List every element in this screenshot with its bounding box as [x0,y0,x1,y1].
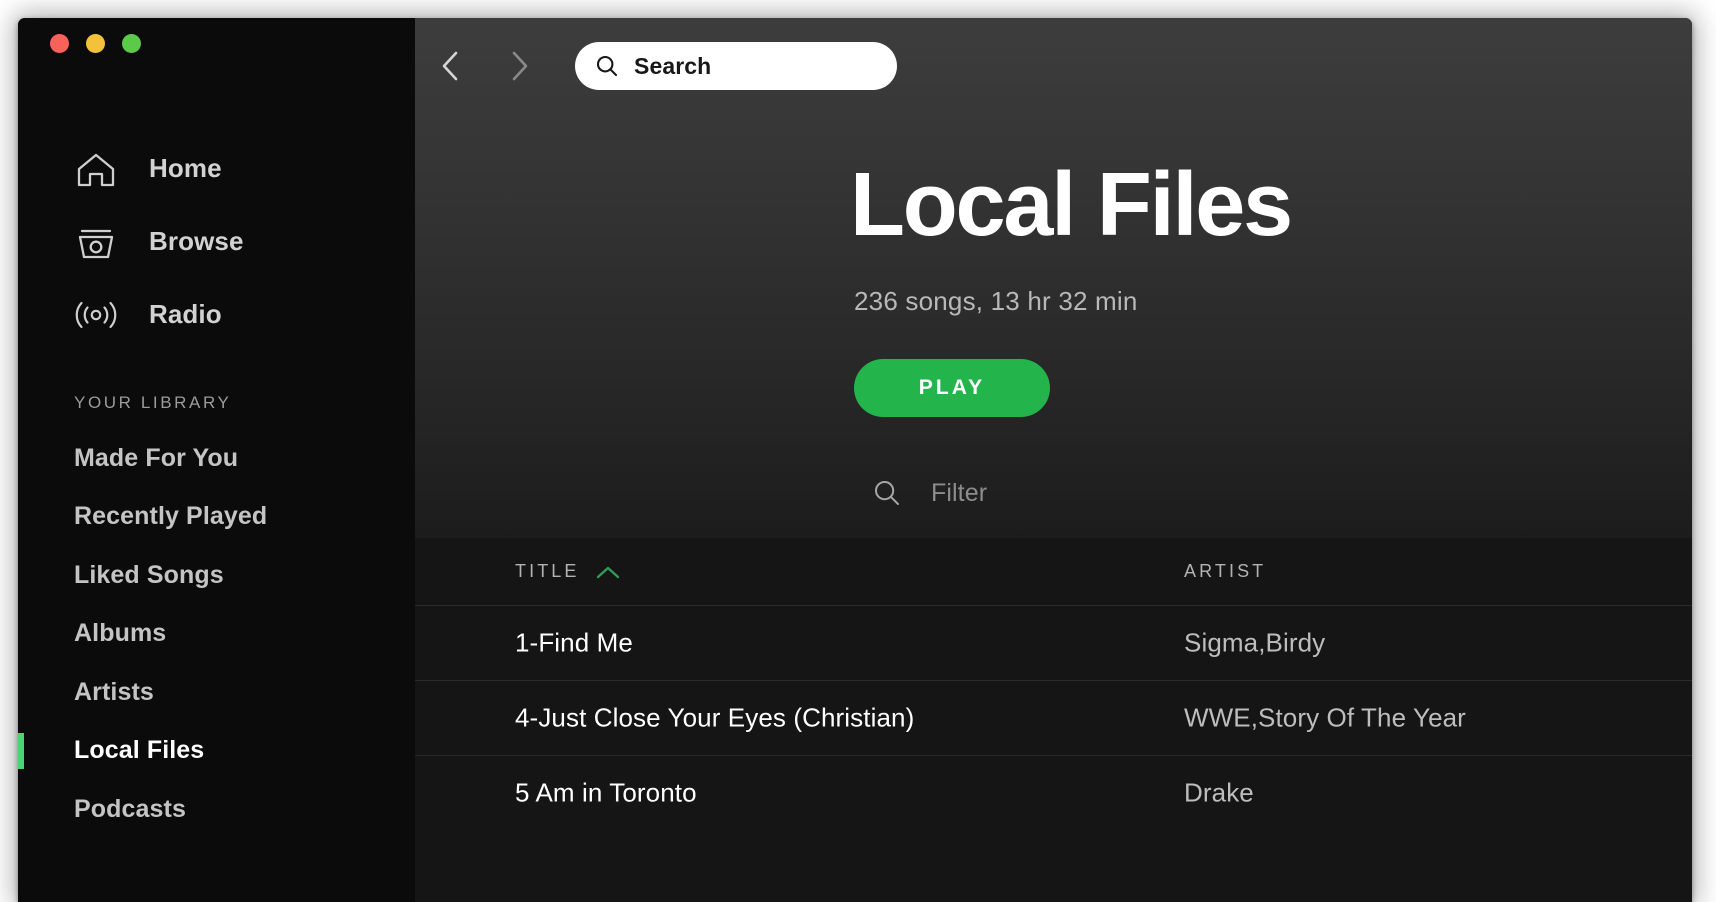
search-icon [872,478,902,508]
close-window-button[interactable] [50,34,69,53]
sidebar-item-local-files[interactable]: Local Files [18,722,415,781]
back-button[interactable] [425,40,477,92]
main-content: Search Local Files 236 songs, 13 hr 32 m… [415,18,1692,902]
sort-ascending-icon [595,564,621,580]
spotify-window: Home Browse [18,18,1692,902]
track-title: 5 Am in Toronto [515,778,697,809]
sidebar: Home Browse [18,18,415,902]
track-title: 4-Just Close Your Eyes (Christian) [515,703,914,734]
browse-icon [74,222,118,262]
filter-placeholder: Filter [931,479,987,508]
filter-input[interactable]: Filter [872,478,987,508]
sidebar-item-artists[interactable]: Artists [18,663,415,722]
sidebar-item-radio[interactable]: Radio [18,278,415,351]
maximize-window-button[interactable] [122,34,141,53]
page-title: Local Files [850,160,1291,250]
primary-nav: Home Browse [18,132,415,351]
sidebar-item-label: Home [149,153,222,184]
sidebar-item-label: Recently Played [74,502,267,531]
column-header-label: ARTIST [1184,561,1266,581]
track-artist: WWE,Story Of The Year [1184,703,1466,734]
table-row[interactable]: 5 Am in Toronto Drake [415,755,1692,830]
track-artist: Sigma,Birdy [1184,628,1325,659]
play-button[interactable]: PLAY [854,359,1050,417]
play-button-label: PLAY [919,376,985,400]
sidebar-item-made-for-you[interactable]: Made For You [18,429,415,488]
track-table: TITLE ARTIST 1-Find Me Sigma,Birdy 4-Jus… [415,538,1692,902]
window-controls [50,34,141,53]
search-icon [595,54,619,78]
column-header-artist[interactable]: ARTIST [1184,561,1266,582]
sidebar-item-home[interactable]: Home [18,132,415,205]
home-icon [74,149,118,189]
sidebar-item-label: Artists [74,678,154,707]
column-header-title[interactable]: TITLE [515,561,621,582]
sidebar-item-albums[interactable]: Albums [18,605,415,664]
sidebar-item-label: Radio [149,299,222,330]
search-placeholder: Search [634,53,711,80]
radio-icon [74,295,118,335]
forward-button[interactable] [493,40,545,92]
search-input[interactable]: Search [575,42,897,90]
track-title: 1-Find Me [515,628,633,659]
column-header-label: TITLE [515,561,580,582]
sidebar-item-label: Liked Songs [74,561,224,590]
table-header-row: TITLE ARTIST [415,538,1692,605]
sidebar-item-browse[interactable]: Browse [18,205,415,278]
sidebar-item-liked-songs[interactable]: Liked Songs [18,546,415,605]
table-row[interactable]: 4-Just Close Your Eyes (Christian) WWE,S… [415,680,1692,755]
sidebar-item-recently-played[interactable]: Recently Played [18,488,415,547]
track-artist: Drake [1184,778,1254,809]
sidebar-item-podcasts[interactable]: Podcasts [18,780,415,839]
library-heading: YOUR LIBRARY [18,393,415,413]
sidebar-item-label: Podcasts [74,795,186,824]
sidebar-item-label: Albums [74,619,166,648]
minimize-window-button[interactable] [86,34,105,53]
sidebar-item-label: Made For You [74,444,238,473]
table-row[interactable]: 1-Find Me Sigma,Birdy [415,605,1692,680]
sidebar-item-label: Local Files [74,736,204,765]
library-section: YOUR LIBRARY Made For You Recently Playe… [18,393,415,839]
top-bar: Search [415,18,1692,114]
page-subtitle: 236 songs, 13 hr 32 min [854,286,1138,317]
sidebar-item-label: Browse [149,226,244,257]
